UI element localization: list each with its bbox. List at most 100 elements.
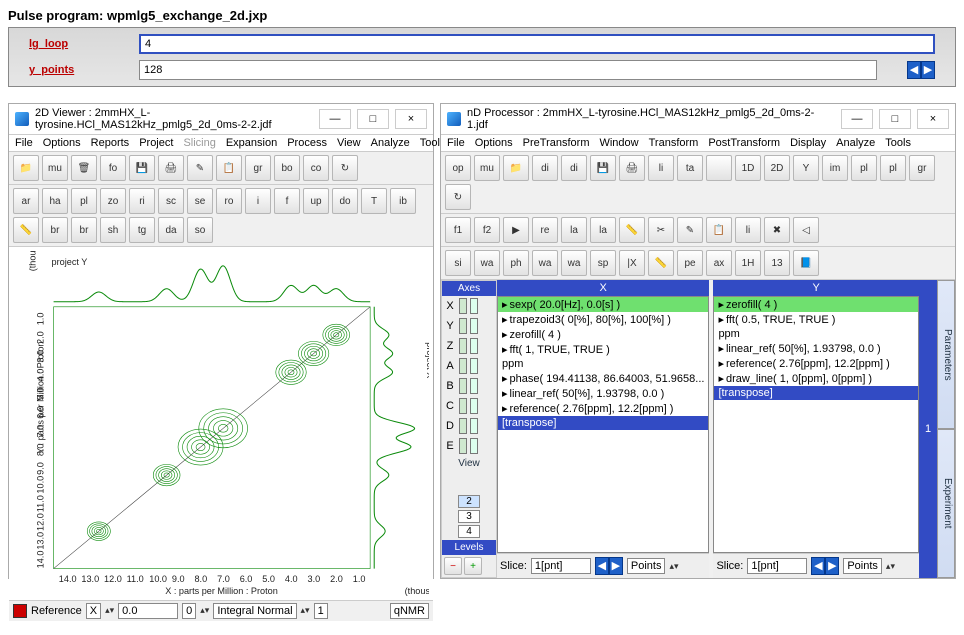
ndtb1-table-icon[interactable]: ta [677, 155, 703, 181]
vtb2-scroll-icon[interactable]: sc [158, 188, 184, 214]
vtb1-save-icon[interactable]: 💾 [129, 155, 155, 181]
slice-x-unit[interactable]: Points [627, 558, 666, 574]
vtb1-code-icon[interactable]: co [303, 155, 329, 181]
list-item[interactable]: phase( 194.41138, 86.64003, 51.9658... [498, 371, 708, 386]
maximize-button[interactable]: □ [357, 109, 389, 129]
ndtb1-multi-icon[interactable]: mu [474, 155, 500, 181]
ndtb1-Y-icon[interactable]: Y [793, 155, 819, 181]
list-item[interactable]: sexp( 20.0[Hz], 0.0[s] ) [498, 297, 708, 312]
view-2[interactable]: 2 [458, 495, 480, 508]
ndtb1-disk1-icon[interactable]: di [532, 155, 558, 181]
vtb2-f-icon[interactable]: f [274, 188, 300, 214]
slice-y-unit[interactable]: Points [843, 558, 882, 574]
vtb1-edit-icon[interactable]: ✎ [187, 155, 213, 181]
ndtb3-1H-icon[interactable]: 1H [735, 250, 761, 276]
ndtb1-plot3-icon[interactable]: pl [851, 155, 877, 181]
menu-tools[interactable]: Tools [885, 137, 911, 149]
param-input-y-points[interactable] [139, 60, 877, 80]
list-item[interactable]: reference( 2.76[ppm], 12.2[ppm] ) [714, 356, 918, 371]
param-input-lg-loop[interactable] [139, 34, 935, 54]
vtb2-ruler-icon[interactable]: 📏 [13, 217, 39, 243]
axis-row-E[interactable]: E [442, 436, 496, 456]
menu-analyze[interactable]: Analyze [836, 137, 875, 149]
close-button[interactable]: × [395, 109, 427, 129]
vtb2-sh-icon[interactable]: sh [100, 217, 126, 243]
ndtb1-refresh-icon[interactable]: ↻ [445, 184, 471, 210]
ndtb3-wav3-icon[interactable]: wa [561, 250, 587, 276]
ndtb1-save-icon[interactable]: 💾 [590, 155, 616, 181]
axis-row-D[interactable]: D [442, 416, 496, 436]
vtb2-T-icon[interactable]: T [361, 188, 387, 214]
slice-y-value[interactable]: 1[pnt] [747, 558, 807, 574]
vtb1-box-icon[interactable]: bo [274, 155, 300, 181]
axis-row-C[interactable]: C [442, 396, 496, 416]
vtb2-solid-icon[interactable]: so [187, 217, 213, 243]
level-plus-button[interactable]: + [464, 557, 482, 575]
menu-window[interactable]: Window [599, 137, 638, 149]
ndtb2-ruler-icon[interactable]: 📏 [619, 217, 645, 243]
vtb2-arrow-icon[interactable]: ar [13, 188, 39, 214]
ndtb1-grid-icon[interactable]: gr [909, 155, 935, 181]
slice-y-spinner[interactable]: ◀▶ [811, 557, 839, 575]
vtb2-down-icon[interactable]: do [332, 188, 358, 214]
slice-x-value[interactable]: 1[pnt] [531, 558, 591, 574]
close-button[interactable]: × [917, 109, 949, 129]
menu-posttransform[interactable]: PostTransform [708, 137, 780, 149]
menu-reports[interactable]: Reports [91, 137, 130, 149]
vtb2-ibox-icon[interactable]: ib [390, 188, 416, 214]
menu-file[interactable]: File [447, 137, 465, 149]
y-processing-list[interactable]: zerofill( 4 )fft( 0.5, TRUE, TRUE ) ppml… [713, 296, 919, 553]
ndtb3-wave-icon[interactable]: wa [474, 250, 500, 276]
viewer-plot-area[interactable]: project Y project X 14.013.012.011.010.0… [9, 247, 433, 600]
tab-parameters[interactable]: Parameters [937, 280, 955, 429]
ndtb3-book-icon[interactable]: 📘 [793, 250, 819, 276]
list-item[interactable]: fft( 0.5, TRUE, TRUE ) [714, 312, 918, 327]
ndtb2-layers-icon[interactable]: la [561, 217, 587, 243]
vtb2-plus-icon[interactable]: pl [71, 188, 97, 214]
slice-x-spinner[interactable]: ◀▶ [595, 557, 623, 575]
menu-pretransform[interactable]: PreTransform [523, 137, 590, 149]
vtb1-folder-icon[interactable]: 📁 [13, 155, 39, 181]
ndtb3-ruler2-icon[interactable]: 📏 [648, 250, 674, 276]
menu-display[interactable]: Display [790, 137, 826, 149]
tab-experiment[interactable]: Experiment [937, 429, 955, 578]
list-item[interactable]: fft( 1, TRUE, TRUE ) [498, 342, 708, 357]
reference-dim[interactable]: X [86, 603, 101, 619]
axis-row-A[interactable]: A [442, 356, 496, 376]
list-item[interactable]: linear_ref( 50[%], 1.93798, 0.0 ) [498, 386, 708, 401]
vtb2-roi-icon[interactable]: ro [216, 188, 242, 214]
vtb2-hand-icon[interactable]: ha [42, 188, 68, 214]
vtb1-trash-icon[interactable]: 🗑 [71, 155, 97, 181]
ndtb1-disk2-icon[interactable]: di [561, 155, 587, 181]
list-item[interactable]: zerofill( 4 ) [714, 297, 918, 312]
vtb2-brk2-icon[interactable]: br [71, 217, 97, 243]
reference-value[interactable]: 0.0 [118, 603, 178, 619]
ndtb2-del-icon[interactable]: ✖ [764, 217, 790, 243]
maximize-button[interactable]: □ [879, 109, 911, 129]
ndtb2-play-icon[interactable]: ▶ [503, 217, 529, 243]
qnmr-label[interactable]: qNMR [390, 603, 429, 619]
list-item[interactable]: [transpose] [498, 416, 708, 430]
integral-num[interactable]: 1 [314, 603, 328, 619]
vtb2-sel-icon[interactable]: se [187, 188, 213, 214]
vtb1-folder2-icon[interactable]: fo [100, 155, 126, 181]
vtb2-brk1-icon[interactable]: br [42, 217, 68, 243]
ndtb2-list-icon[interactable]: li [735, 217, 761, 243]
ndtb3-13C-icon[interactable]: 13 [764, 250, 790, 276]
ndtb3-split-icon[interactable]: sp [590, 250, 616, 276]
menu-file[interactable]: File [15, 137, 33, 149]
menu-transform[interactable]: Transform [649, 137, 699, 149]
menu-analyze[interactable]: Analyze [371, 137, 410, 149]
axis-row-B[interactable]: B [442, 376, 496, 396]
param-label-lg-loop[interactable]: lg_loop [29, 38, 109, 50]
ndtb3-wav2-icon[interactable]: wa [532, 250, 558, 276]
param-spinner-y-points[interactable]: ◀▶ [907, 61, 935, 79]
minimize-button[interactable]: — [319, 109, 351, 129]
vtb2-zoom-icon[interactable]: zo [100, 188, 126, 214]
menu-view[interactable]: View [337, 137, 361, 149]
menu-options[interactable]: Options [43, 137, 81, 149]
integral-mode[interactable]: Integral Normal [213, 603, 296, 619]
ndtb1-img-icon[interactable]: im [822, 155, 848, 181]
level-minus-button[interactable]: − [444, 557, 462, 575]
menu-options[interactable]: Options [475, 137, 513, 149]
